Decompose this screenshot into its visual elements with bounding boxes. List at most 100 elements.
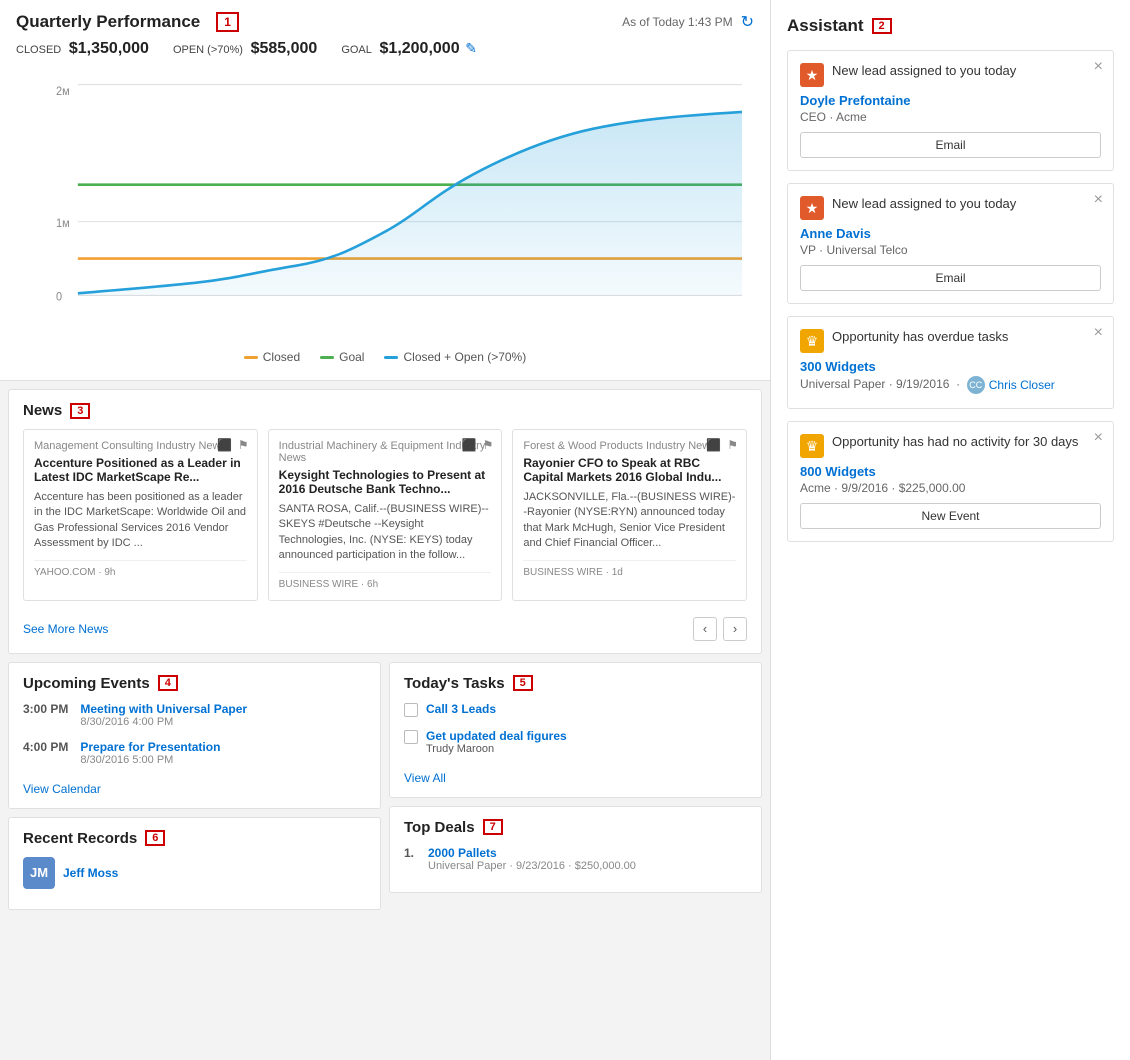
- event-date-0: 8/30/2016 4:00 PM: [80, 716, 247, 728]
- news-prev-button[interactable]: ‹: [693, 617, 717, 641]
- legend-open: Closed + Open (>70%): [384, 350, 526, 364]
- opp-user-2[interactable]: CC Chris Closer: [967, 376, 1055, 394]
- event-title-1[interactable]: Prepare for Presentation: [80, 740, 220, 754]
- svg-text:1м: 1м: [56, 218, 70, 230]
- deals-badge: 7: [483, 819, 503, 835]
- goal-stat: GOAL $1,200,000 ✎: [341, 40, 477, 58]
- timestamp-area: As of Today 1:43 PM ↻: [622, 12, 754, 32]
- news-source-1: Industrial Machinery & Equipment Industr…: [279, 440, 492, 464]
- news-grid: ⬛ ⚑ Management Consulting Industry News …: [23, 429, 747, 601]
- edit-icon[interactable]: ✎: [465, 40, 477, 56]
- close-card-1[interactable]: ×: [1094, 192, 1103, 208]
- task-title-1[interactable]: Get updated deal figures: [426, 729, 567, 743]
- legend-closed-label: Closed: [263, 350, 300, 364]
- assist-label-1: New lead assigned to you today: [832, 196, 1101, 211]
- closed-label: CLOSED: [16, 44, 61, 56]
- legend-closed-dot: [244, 356, 258, 359]
- recent-name-0[interactable]: Jeff Moss: [63, 866, 118, 880]
- close-card-0[interactable]: ×: [1094, 59, 1103, 75]
- event-row-1: 4:00 PM Prepare for Presentation 8/30/20…: [23, 740, 366, 766]
- flag-icon-2[interactable]: ⚑: [727, 438, 738, 452]
- opp-icon-2: ♛: [800, 329, 824, 353]
- news-next-button[interactable]: ›: [723, 617, 747, 641]
- events-badge: 4: [158, 675, 178, 691]
- view-all-tasks-link[interactable]: View All: [404, 771, 446, 785]
- right-column: Today's Tasks 5 Call 3 Leads Get updated…: [389, 662, 762, 918]
- assist-name-1[interactable]: Anne Davis: [800, 226, 1101, 241]
- closed-value: $1,350,000: [69, 40, 149, 57]
- svg-text:Sep: Sep: [672, 305, 691, 306]
- recent-row-0: JM Jeff Moss: [23, 857, 366, 889]
- share-icon[interactable]: ⬛: [217, 438, 232, 452]
- legend-goal-label: Goal: [339, 350, 364, 364]
- opp-title-3[interactable]: 800 Widgets: [800, 464, 1101, 479]
- event-row-0: 3:00 PM Meeting with Universal Paper 8/3…: [23, 702, 366, 728]
- assist-label-0: New lead assigned to you today: [832, 63, 1101, 78]
- deal-title-0[interactable]: 2000 Pallets: [428, 846, 636, 860]
- news-footer-1: BUSINESS WIRE · 6h: [279, 572, 492, 590]
- recent-title: Recent Records: [23, 830, 137, 847]
- news-actions-2[interactable]: ⬛ ⚑: [706, 438, 738, 452]
- close-card-2[interactable]: ×: [1094, 325, 1103, 341]
- assist-email-btn-0[interactable]: Email: [800, 132, 1101, 158]
- left-column: Upcoming Events 4 3:00 PM Meeting with U…: [8, 662, 381, 918]
- flag-icon[interactable]: ⚑: [238, 438, 249, 452]
- svg-text:Aug: Aug: [389, 305, 408, 306]
- event-date-1: 8/30/2016 5:00 PM: [80, 754, 220, 766]
- task-row-0: Call 3 Leads: [404, 702, 747, 717]
- open-stat: OPEN (>70%) $585,000: [173, 40, 317, 58]
- recent-records-card: Recent Records 6 JM Jeff Moss: [8, 817, 381, 910]
- new-event-btn-3[interactable]: New Event: [800, 503, 1101, 529]
- chart-area: 0 1м 2м Jul Aug Sep: [16, 66, 754, 346]
- share-icon-1[interactable]: ⬛: [462, 438, 477, 452]
- opp-title-2[interactable]: 300 Widgets: [800, 359, 1101, 374]
- share-icon-2[interactable]: ⬛: [706, 438, 721, 452]
- assist-email-btn-1[interactable]: Email: [800, 265, 1101, 291]
- close-card-3[interactable]: ×: [1094, 430, 1103, 446]
- flag-icon-1[interactable]: ⚑: [483, 438, 494, 452]
- tasks-badge: 5: [513, 675, 533, 691]
- opp-meta-3: Acme · 9/9/2016 · $225,000.00: [800, 481, 1101, 495]
- event-title-0[interactable]: Meeting with Universal Paper: [80, 702, 247, 716]
- news-headline-2: Rayonier CFO to Speak at RBC Capital Mar…: [523, 456, 736, 484]
- news-actions-1[interactable]: ⬛ ⚑: [462, 438, 494, 452]
- news-title: News: [23, 402, 62, 419]
- see-more-news-link[interactable]: See More News: [23, 622, 108, 636]
- page-title: Quarterly Performance: [16, 12, 200, 32]
- performance-chart: 0 1м 2м Jul Aug Sep: [56, 74, 742, 306]
- news-section: News 3 ⬛ ⚑ Management Consulting Industr…: [8, 389, 762, 654]
- legend-goal-dot: [320, 356, 334, 359]
- news-source-2: Forest & Wood Products Industry News: [523, 440, 736, 452]
- assist-card-2: × ♛ Opportunity has overdue tasks 300 Wi…: [787, 316, 1114, 409]
- avatar-initials-0: JM: [30, 865, 48, 880]
- assist-card-1: × ★ New lead assigned to you today Anne …: [787, 183, 1114, 304]
- legend-closed: Closed: [244, 350, 300, 364]
- task-checkbox-1[interactable]: [404, 730, 418, 744]
- section-badge-1: 1: [216, 12, 239, 32]
- news-actions-0[interactable]: ⬛ ⚑: [217, 438, 249, 452]
- assistant-title-text: Assistant: [787, 16, 864, 36]
- task-row-1: Get updated deal figures Trudy Maroon: [404, 729, 747, 755]
- legend-open-dot: [384, 356, 398, 359]
- legend-goal: Goal: [320, 350, 364, 364]
- tasks-title: Today's Tasks: [404, 675, 505, 692]
- refresh-icon[interactable]: ↻: [741, 12, 754, 32]
- news-footer-2: BUSINESS WIRE · 1d: [523, 560, 736, 578]
- news-body-1: SANTA ROSA, Calif.--(BUSINESS WIRE)-- SK…: [279, 502, 492, 564]
- task-checkbox-0[interactable]: [404, 703, 418, 717]
- assistant-panel: Assistant 2 × ★ New lead assigned to you…: [770, 0, 1130, 1060]
- assist-name-0[interactable]: Doyle Prefontaine: [800, 93, 1101, 108]
- news-item-1: ⬛ ⚑ Industrial Machinery & Equipment Ind…: [268, 429, 503, 601]
- view-calendar-link[interactable]: View Calendar: [23, 782, 101, 796]
- open-label: OPEN (>70%): [173, 44, 243, 56]
- news-badge: 3: [70, 403, 90, 419]
- assistant-badge: 2: [872, 18, 892, 34]
- task-title-0[interactable]: Call 3 Leads: [426, 702, 496, 716]
- assist-label-2: Opportunity has overdue tasks: [832, 329, 1101, 344]
- user-avatar-2: CC: [967, 376, 985, 394]
- svg-text:2м: 2м: [56, 86, 70, 98]
- legend-open-label: Closed + Open (>70%): [403, 350, 526, 364]
- events-title: Upcoming Events: [23, 675, 150, 692]
- lead-icon-1: ★: [800, 196, 824, 220]
- performance-section: Quarterly Performance 1 As of Today 1:43…: [0, 0, 770, 381]
